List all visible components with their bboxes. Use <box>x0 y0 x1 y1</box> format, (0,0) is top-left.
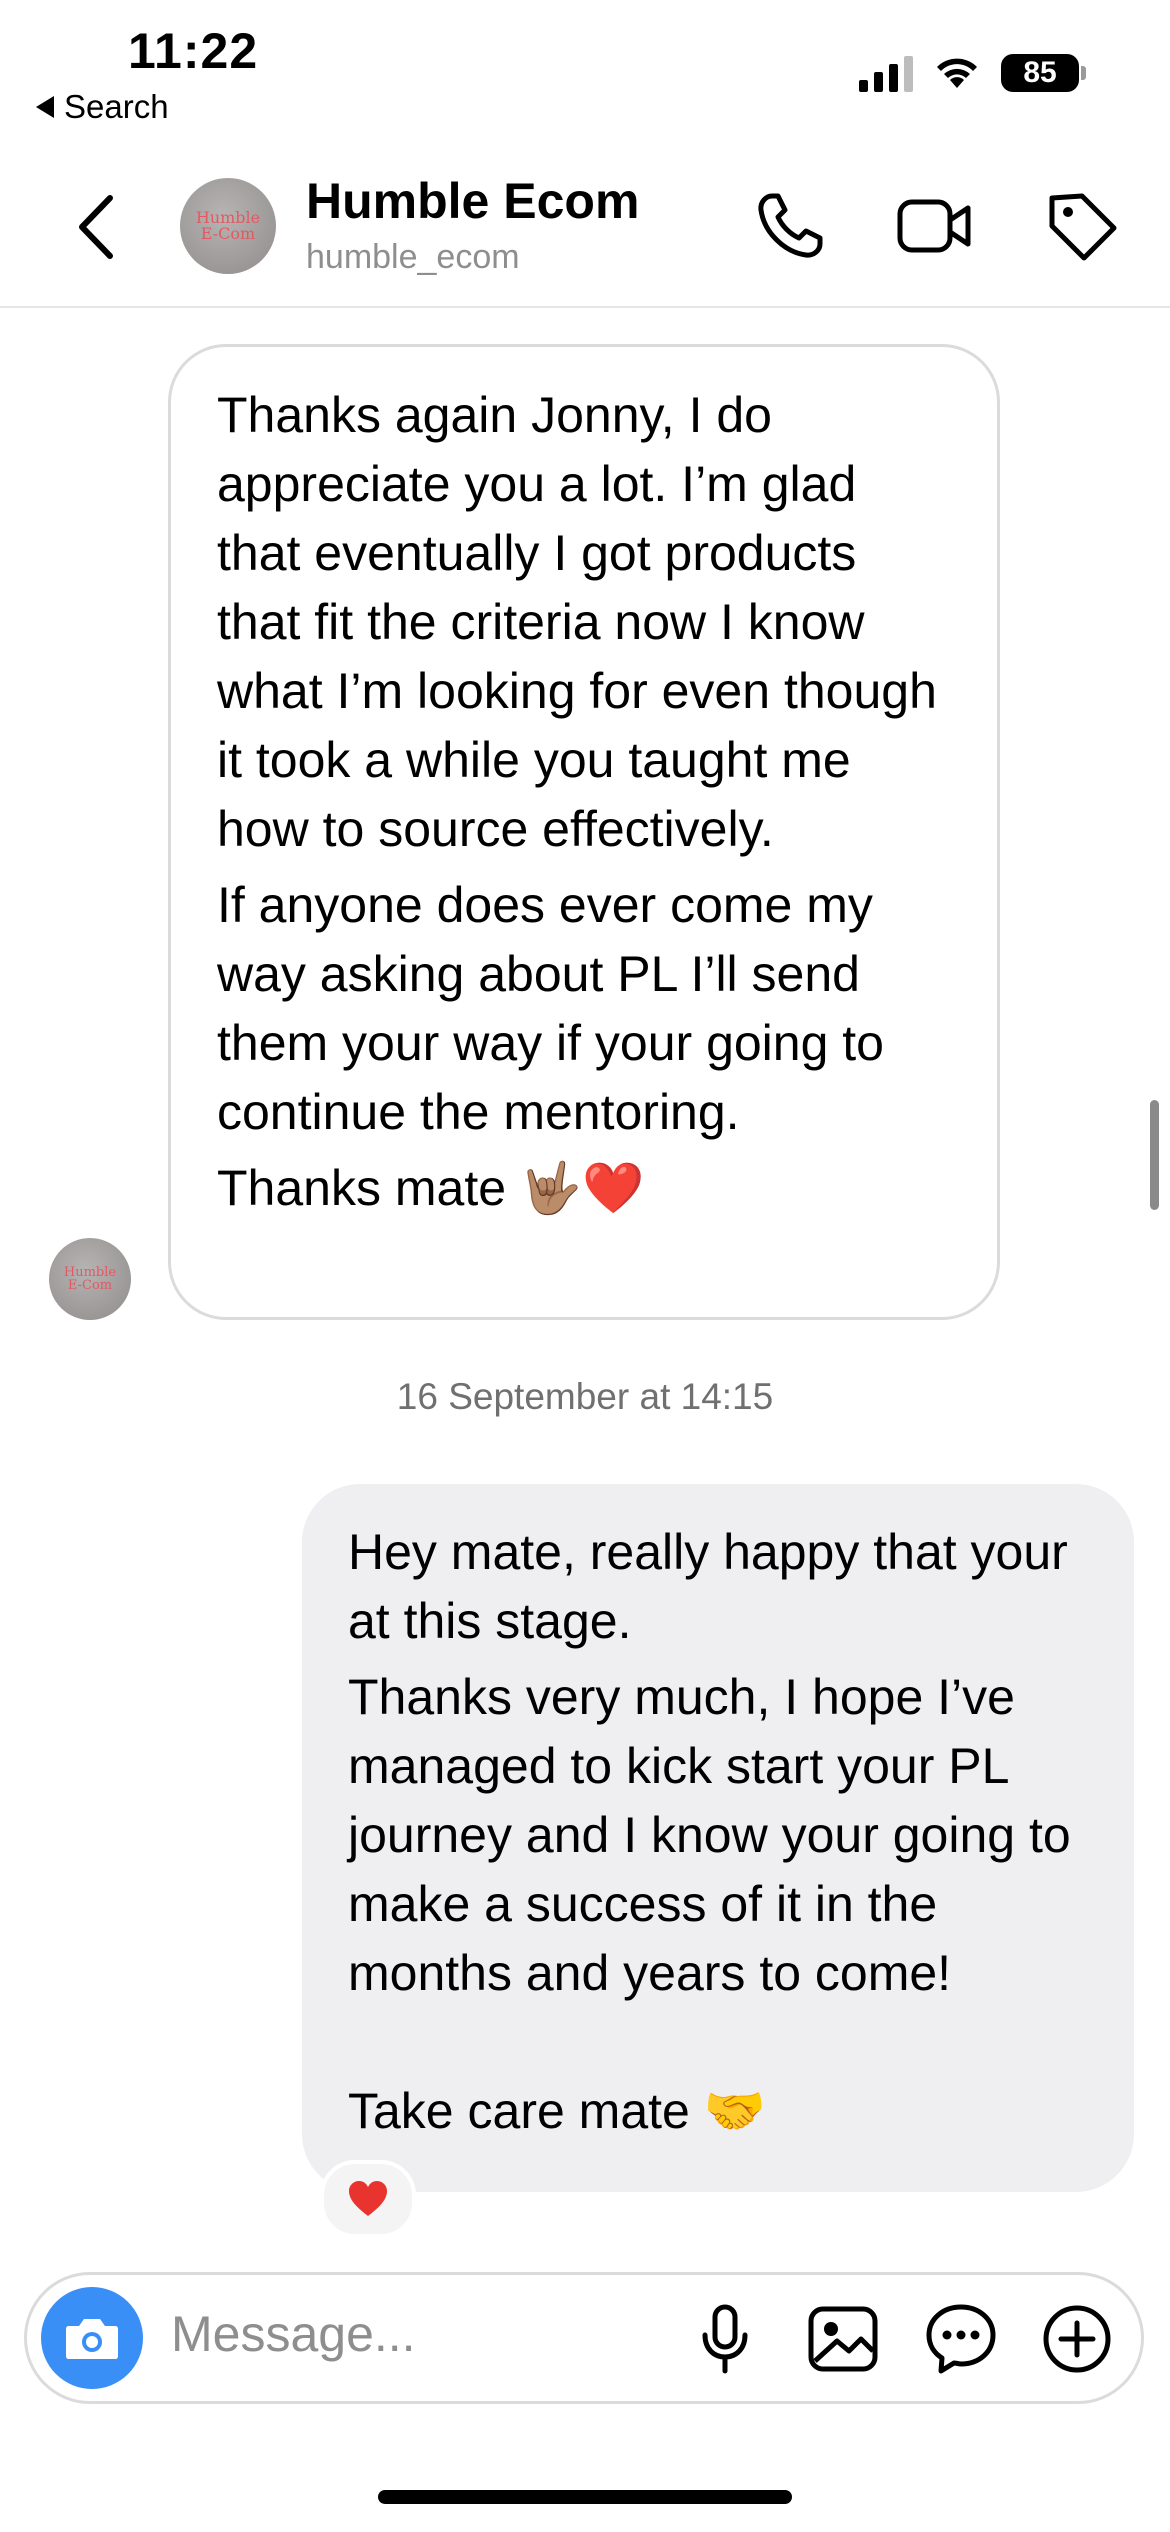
back-to-search-link[interactable]: Search <box>36 88 169 126</box>
chat-header: Humble E-Com Humble Ecom humble_ecom <box>0 150 1170 308</box>
message-text: Thanks very much, I hope I’ve managed to… <box>348 1669 1071 2001</box>
camera-button[interactable] <box>41 2287 143 2389</box>
scrollbar[interactable] <box>1150 1100 1159 1210</box>
chevron-left-icon[interactable] <box>68 192 128 262</box>
contact-name[interactable]: Humble Ecom <box>306 172 639 230</box>
status-indicators: 85 <box>859 54 1086 92</box>
plus-circle-icon[interactable] <box>1039 2301 1115 2377</box>
message-input[interactable] <box>171 2305 641 2363</box>
wifi-icon <box>937 58 977 88</box>
contact-handle[interactable]: humble_ecom <box>306 238 520 277</box>
status-time: 11:22 <box>128 23 259 79</box>
message-text: If anyone does ever come my way asking a… <box>217 877 884 1140</box>
battery-level: 85 <box>1001 54 1079 92</box>
video-camera-icon[interactable] <box>896 188 972 264</box>
camera-icon <box>66 2319 118 2359</box>
message-text: Take care mate 🤝 <box>348 2083 766 2139</box>
sticker-chat-icon[interactable] <box>923 2301 999 2377</box>
microphone-icon[interactable] <box>687 2301 763 2377</box>
back-triangle-icon <box>36 96 54 118</box>
cellular-signal-icon <box>859 54 913 92</box>
heart-reaction-badge[interactable] <box>320 2160 416 2238</box>
avatar-text: E-Com <box>200 224 256 243</box>
message-text: Thanks again Jonny, I do appreciate you … <box>217 387 937 857</box>
message-text: Hey mate, really happy that your at this… <box>348 1524 1068 1649</box>
message-text: Thanks mate 🤟🏽❤️ <box>217 1160 645 1216</box>
outgoing-message-bubble[interactable]: Hey mate, really happy that your at this… <box>302 1484 1134 2192</box>
home-indicator[interactable] <box>378 2490 792 2504</box>
incoming-message-bubble[interactable]: Thanks again Jonny, I do appreciate you … <box>168 344 1000 1320</box>
battery-icon: 85 <box>1001 54 1086 92</box>
tag-icon[interactable] <box>1044 188 1120 264</box>
back-search-label: Search <box>64 88 169 125</box>
message-composer <box>24 2272 1144 2404</box>
phone-icon[interactable] <box>752 188 828 264</box>
timestamp-divider: 16 September at 14:15 <box>396 1376 774 1417</box>
image-icon[interactable] <box>805 2301 881 2377</box>
avatar-text: E-Com <box>67 1278 113 1293</box>
heart-icon <box>349 2181 387 2216</box>
sender-avatar[interactable]: Humble E-Com <box>49 1238 131 1320</box>
avatar[interactable]: Humble E-Com <box>180 178 276 274</box>
